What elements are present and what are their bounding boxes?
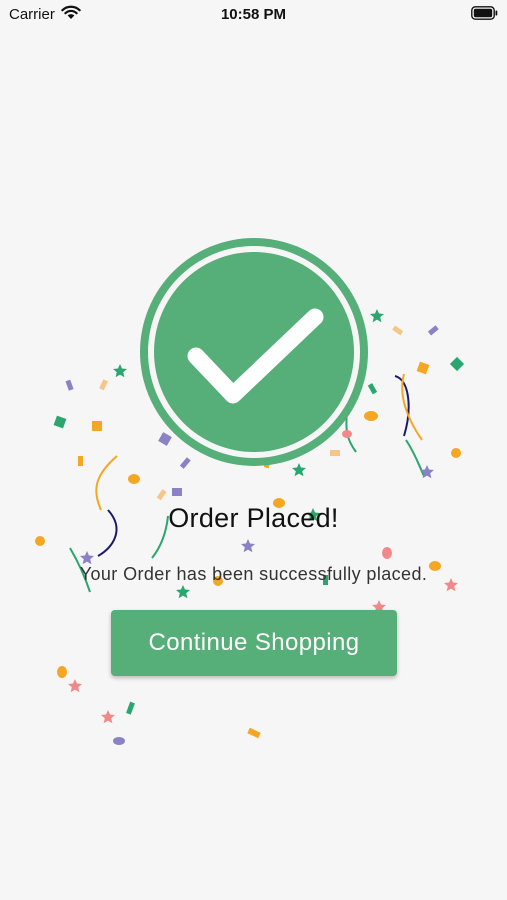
status-bar: Carrier 10:58 PM [0,0,507,28]
page-title: Order Placed! [168,503,339,533]
continue-shopping-button[interactable]: Continue Shopping [111,610,397,676]
battery-icon [471,6,498,20]
checkmark-circle-icon [140,238,368,466]
confirmation-message: Your Order has been successfully placed. [79,564,428,584]
status-time: 10:58 PM [220,6,287,23]
